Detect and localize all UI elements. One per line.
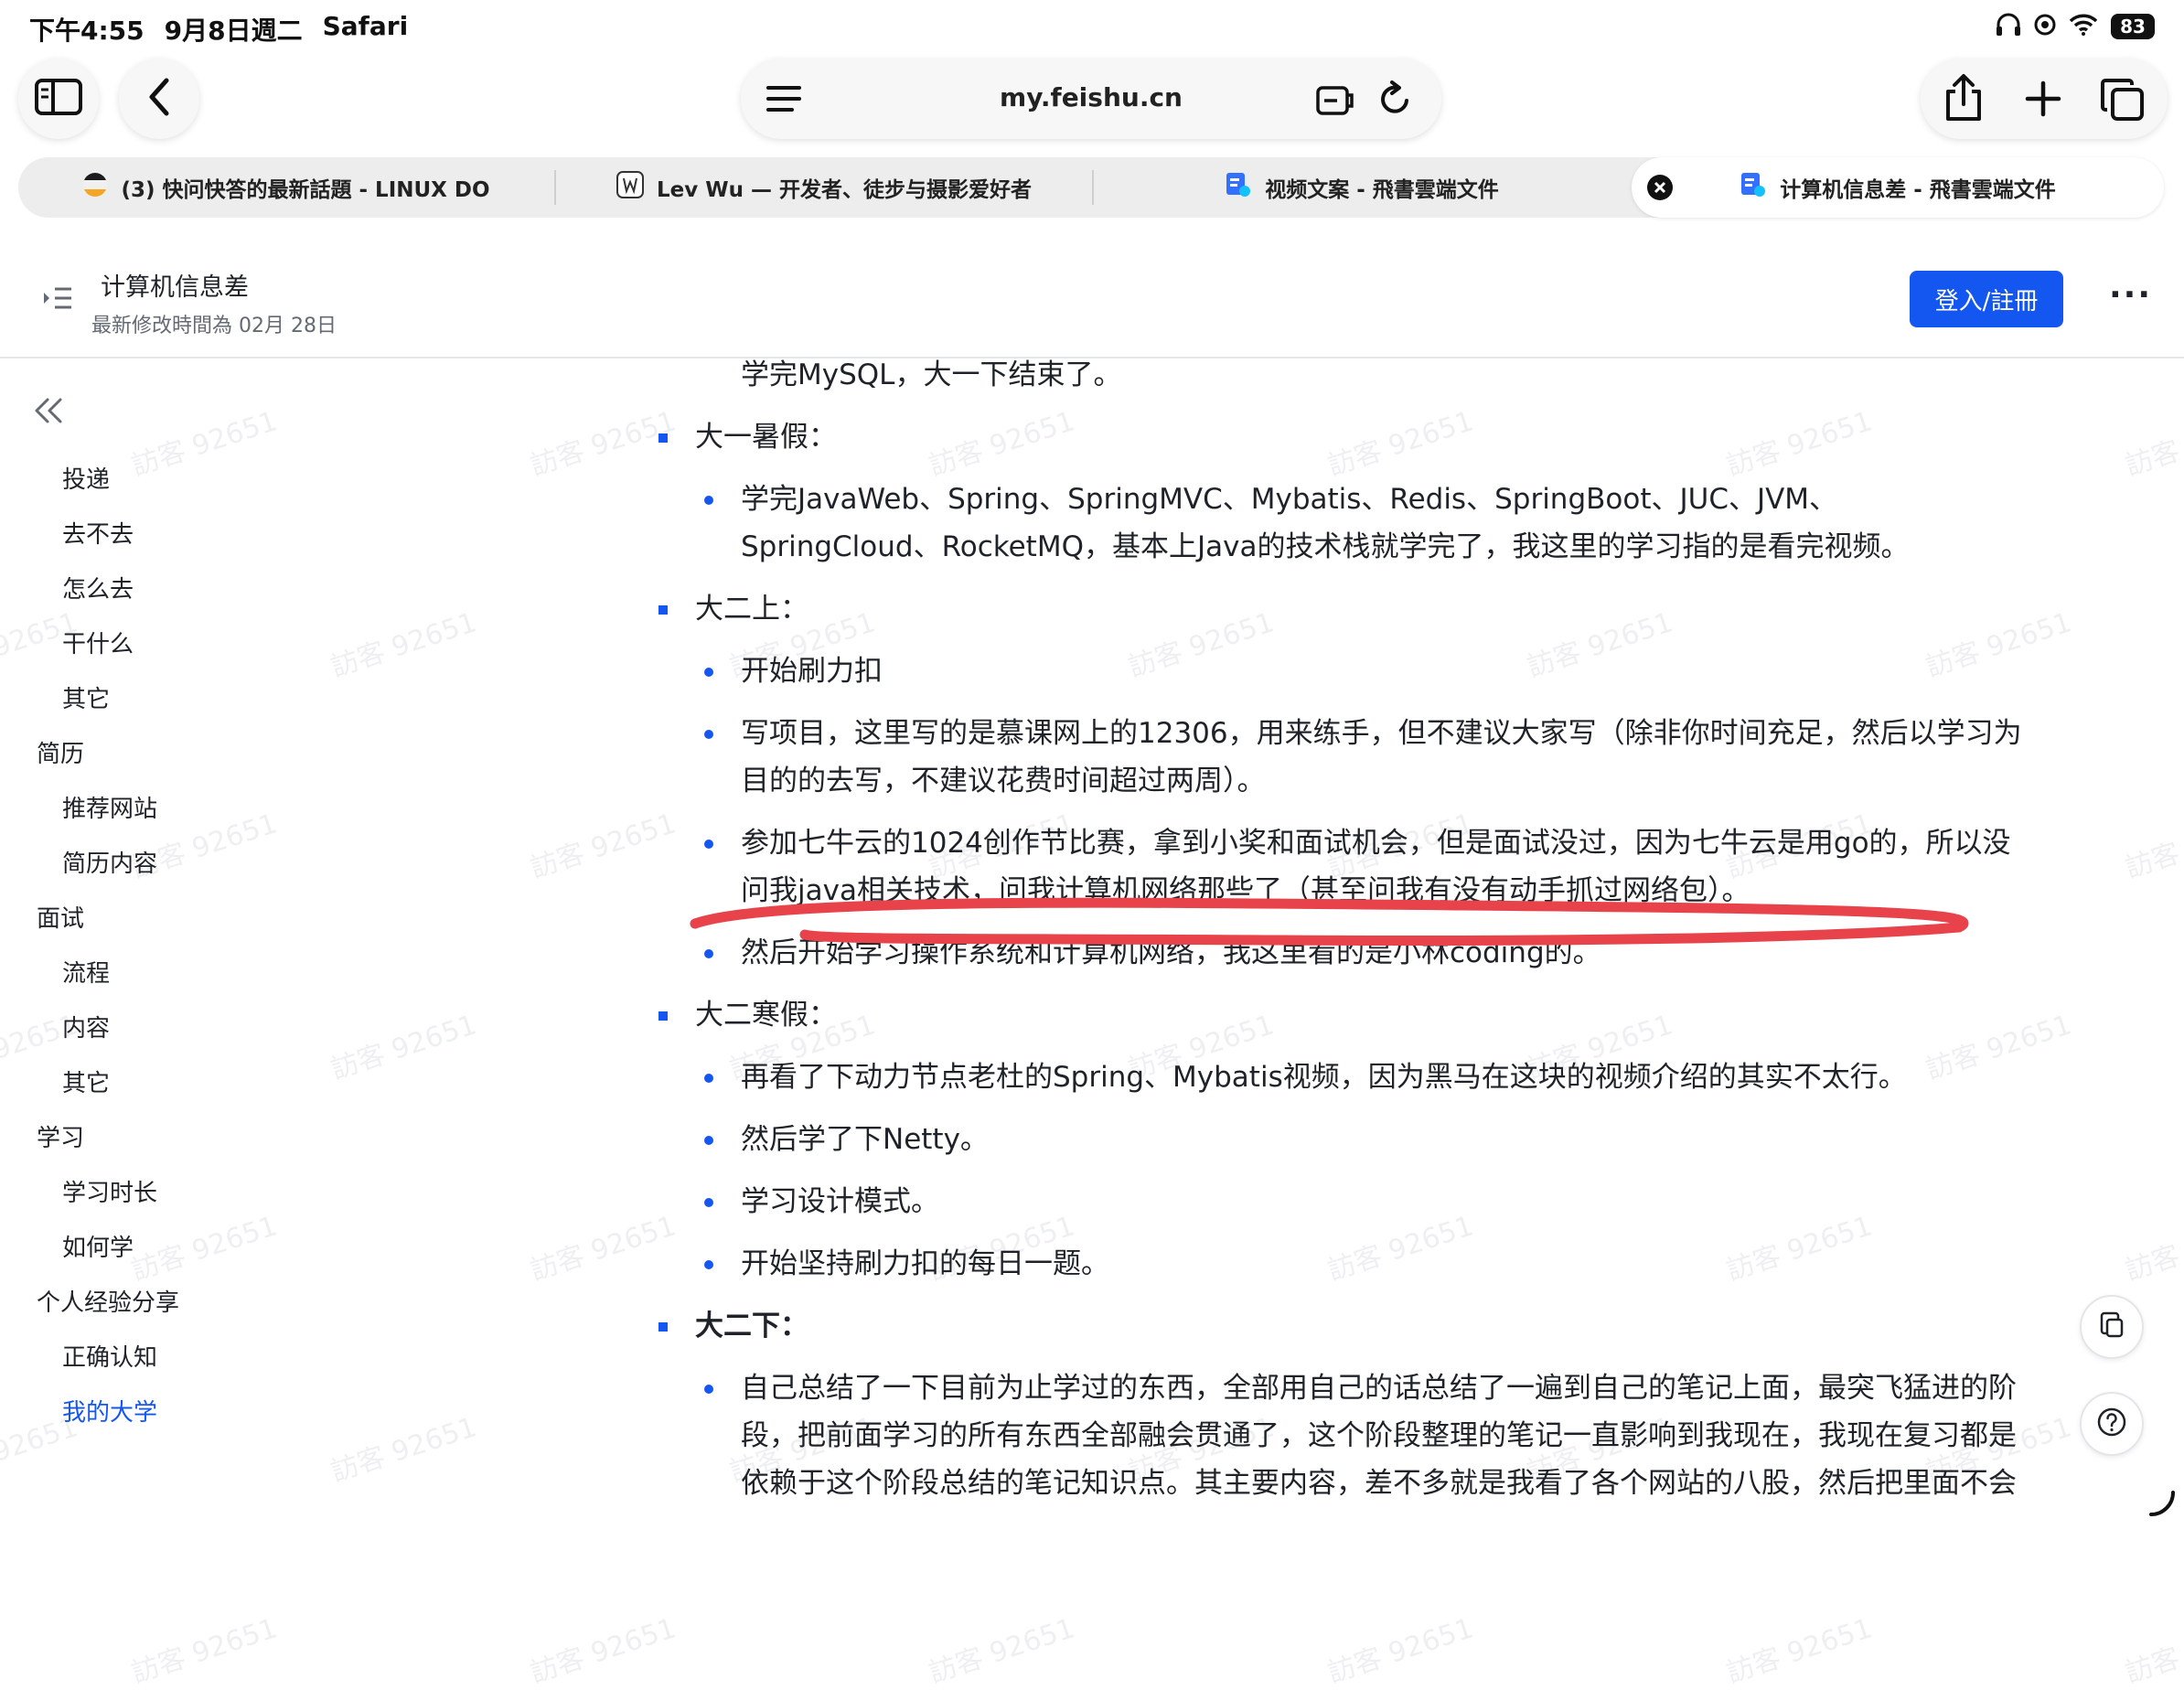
focus-icon xyxy=(2034,14,2056,39)
doc-modified-time: 最新修改時間為 02月 28日 xyxy=(91,315,337,337)
outline-item[interactable]: 怎么去 xyxy=(62,571,134,604)
lev-wu-icon xyxy=(616,171,644,204)
tab-overview-icon[interactable] xyxy=(2100,77,2146,126)
copy-link-button[interactable] xyxy=(2080,1295,2144,1359)
doc-title: 计算机信息差 xyxy=(101,273,249,302)
help-button[interactable] xyxy=(2080,1392,2144,1456)
tab-title: Lev Wu — 开发者、徒步与摄影爱好者 xyxy=(656,178,1032,202)
collapse-sidebar-icon[interactable] xyxy=(33,397,64,428)
watermark-text: 訪客 92651 xyxy=(526,1612,680,1690)
outline-item[interactable]: 推荐网站 xyxy=(62,790,157,824)
outline-item[interactable]: 干什么 xyxy=(62,626,134,659)
tab-title: 视频文案 - 飛書雲端文件 xyxy=(1265,178,1499,202)
sidebar-icon xyxy=(35,79,82,119)
outline-item[interactable]: 内容 xyxy=(62,1010,110,1043)
outline-item[interactable]: 投递 xyxy=(62,461,110,495)
wifi-icon xyxy=(2069,14,2098,39)
watermark-text: 訪客 92651 xyxy=(1722,1612,1877,1690)
reload-icon[interactable] xyxy=(1377,80,1412,121)
tab-linuxdo[interactable]: (3) 快问快答的最新話題 - LINUX DO xyxy=(18,157,554,218)
more-button[interactable]: ··· xyxy=(2109,276,2152,314)
login-button[interactable]: 登入/註冊 xyxy=(1910,271,2063,327)
tab-title: (3) 快问快答的最新話題 - LINUX DO xyxy=(121,178,490,202)
watermark-text: 訪客 92651 xyxy=(127,1612,282,1690)
feishu-doc-icon xyxy=(1225,171,1252,204)
feishu-doc-icon xyxy=(1740,171,1767,204)
linuxdo-icon xyxy=(82,172,108,203)
watermark-text: 訪客 92651 xyxy=(2121,1612,2184,1690)
status-app: Safari xyxy=(322,11,409,41)
outline-item[interactable]: 学习时长 xyxy=(62,1174,157,1208)
outline-item[interactable]: 去不去 xyxy=(62,516,134,550)
watermark-text: 訪客 92651 xyxy=(925,1612,1079,1690)
resize-corner-icon xyxy=(2147,1489,2175,1520)
extension-icon[interactable] xyxy=(1315,82,1354,121)
red-annotation-underline xyxy=(690,897,1969,946)
tab-lev-wu[interactable]: Lev Wu — 开发者、徒步与摄影爱好者 xyxy=(556,157,1092,218)
outline-item[interactable]: 正确认知 xyxy=(62,1339,157,1373)
watermark-text: 訪客 92651 xyxy=(2121,405,2184,483)
outline-item[interactable]: 面试 xyxy=(37,900,84,934)
headphones-icon xyxy=(1996,13,2021,40)
outline-item[interactable]: 个人经验分享 xyxy=(37,1284,179,1318)
outline-item[interactable]: 流程 xyxy=(62,955,110,989)
doc-header: 计算机信息差 最新修改時間為 02月 28日 登入/註冊 ··· xyxy=(0,240,2184,358)
chevron-left-icon xyxy=(146,77,172,121)
tab-computer-info-gap[interactable]: 计算机信息差 - 飛書雲端文件 xyxy=(1632,157,2164,218)
help-icon xyxy=(2096,1407,2127,1441)
tab-video-script[interactable]: 视频文案 - 飛書雲端文件 xyxy=(1094,157,1630,218)
back-button[interactable] xyxy=(119,59,199,139)
status-date: 9月8日週二 xyxy=(164,16,303,46)
watermark-text: 訪客 92651 xyxy=(2121,1210,2184,1288)
outline-toggle-icon[interactable] xyxy=(42,285,73,316)
tab-title: 计算机信息差 - 飛書雲端文件 xyxy=(1780,178,2056,202)
watermark-text: 訪客 92651 xyxy=(2121,808,2184,885)
status-bar: 下午4:55 9月8日週二 Safari 83 xyxy=(0,0,2184,57)
share-icon[interactable] xyxy=(1943,73,1985,126)
status-time: 下午4:55 xyxy=(29,16,145,46)
doc-body: 学完MySQL，大一下结束了。 大一暑假： 学完JavaWeb、Spring、Spr… xyxy=(640,358,2067,1525)
outline-item[interactable]: 简历内容 xyxy=(62,845,157,879)
browser-actions xyxy=(1921,59,2168,139)
address-bar[interactable]: my.feishu.cn xyxy=(741,59,1441,139)
outline-item[interactable]: 如何学 xyxy=(62,1229,134,1263)
copy-icon xyxy=(2098,1310,2125,1343)
sidebar-toggle-button[interactable] xyxy=(18,59,99,139)
watermark-text: 訪客 92651 xyxy=(1323,1612,1478,1690)
battery-indicator: 83 xyxy=(2111,14,2155,39)
outline-item[interactable]: 简历 xyxy=(37,735,84,769)
new-tab-icon[interactable] xyxy=(2025,80,2061,121)
close-tab-icon[interactable] xyxy=(1646,174,1674,207)
outline-item[interactable]: 学习 xyxy=(37,1119,84,1153)
outline-item[interactable]: 其它 xyxy=(62,1064,110,1098)
outline-item[interactable]: 其它 xyxy=(62,680,110,714)
outline-sidebar: 投递 去不去 怎么去 干什么 其它 简历 推荐网站 简历内容 面试 流程 内容 其它 学习 学习时长 如何学… xyxy=(0,358,476,1525)
tab-bar: (3) 快问快答的最新話題 - LINUX DO Lev Wu — 开发者、徒步… xyxy=(18,157,2164,218)
outline-item[interactable]: 我的大学 xyxy=(62,1394,157,1428)
